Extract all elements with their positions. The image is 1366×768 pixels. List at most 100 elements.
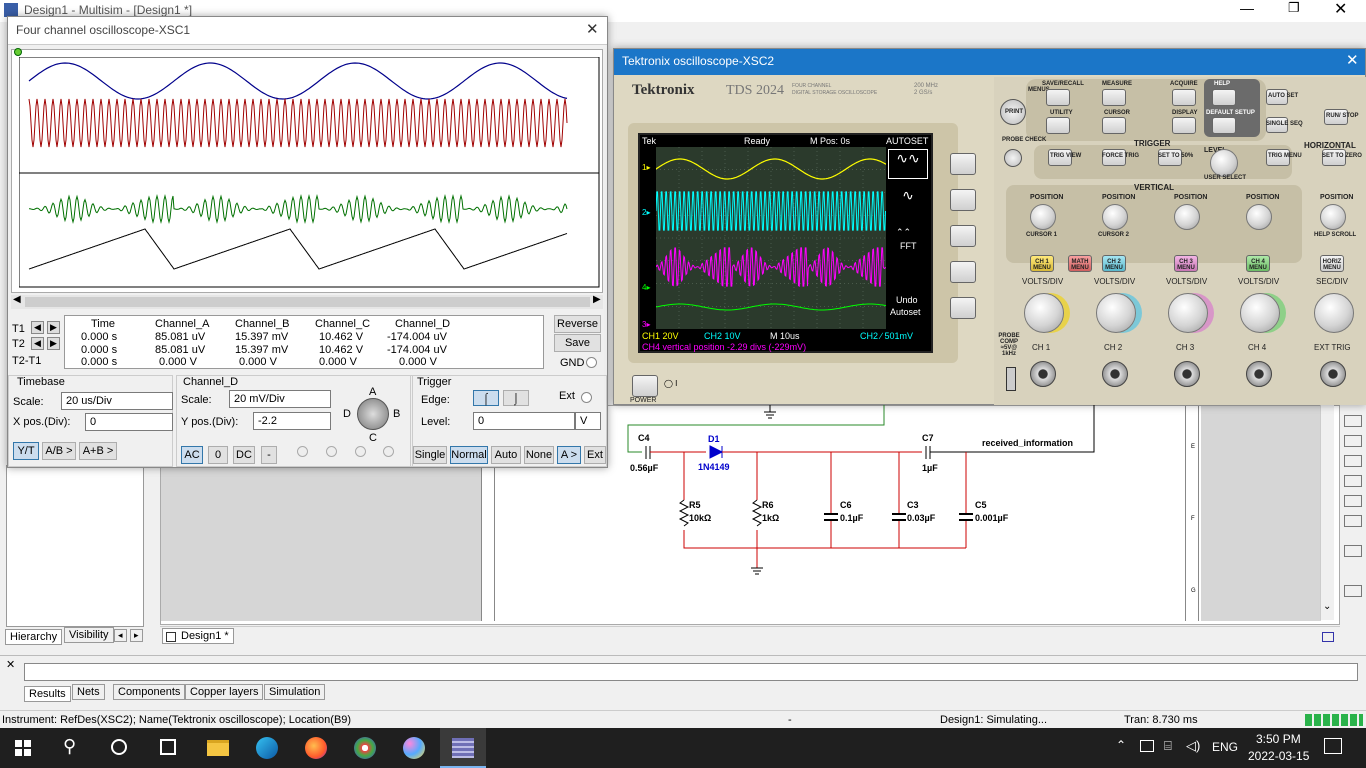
cursor-button[interactable] — [1102, 117, 1126, 134]
ch2-volts-div-knob[interactable] — [1096, 293, 1136, 333]
trigger-ext-radio[interactable] — [581, 392, 592, 403]
results-area[interactable] — [24, 663, 1358, 681]
tab-nets[interactable]: Nets — [72, 684, 105, 700]
ab-mode-button[interactable]: A/B > — [42, 442, 76, 460]
fcs-hscroll[interactable]: ◀ ▶ — [11, 294, 603, 309]
timebase-scale-field[interactable]: 20 us/Div — [61, 392, 173, 410]
trigger-level-knob[interactable] — [1210, 149, 1238, 177]
channel-scale-field[interactable]: 20 mV/Div — [229, 390, 331, 408]
channel-radio-2[interactable] — [326, 446, 337, 457]
ch1-volts-div-knob[interactable] — [1024, 293, 1064, 333]
ch1-position-knob[interactable] — [1030, 204, 1056, 230]
spreadsheet-icon[interactable] — [1322, 632, 1334, 642]
ch1-bnc-input[interactable] — [1030, 361, 1056, 387]
horizontal-position-knob[interactable] — [1320, 204, 1346, 230]
edge-icon[interactable] — [256, 737, 278, 759]
t1-right-arrow-icon[interactable]: ▶ — [47, 321, 60, 334]
gnd-terminal-icon[interactable] — [586, 357, 597, 368]
auto-trigger-button[interactable]: Auto — [491, 446, 521, 464]
t1-left-arrow-icon[interactable]: ◀ — [31, 321, 44, 334]
cursor-marker-icon[interactable] — [14, 48, 22, 56]
reverse-button[interactable]: Reverse — [554, 315, 601, 333]
tek-option-key-5[interactable] — [950, 297, 976, 319]
fcs-display[interactable] — [11, 48, 603, 293]
ext-trig-bnc-input[interactable] — [1320, 361, 1346, 387]
channel-selector-knob[interactable] — [357, 398, 389, 430]
trigger-unit-select[interactable]: V — [575, 412, 601, 430]
scroll-left-icon[interactable]: ◀ — [13, 294, 21, 305]
ext-trigger-button[interactable]: Ext — [584, 446, 606, 464]
single-trigger-button[interactable]: Single — [413, 446, 447, 464]
tab-results[interactable]: Results — [24, 686, 71, 702]
ch3-position-knob[interactable] — [1174, 204, 1200, 230]
channel-radio-4[interactable] — [383, 446, 394, 457]
utility-button[interactable] — [1046, 117, 1070, 134]
minus-button[interactable]: - — [261, 446, 277, 464]
sec-div-knob[interactable] — [1314, 293, 1354, 333]
tab-components[interactable]: Components — [113, 684, 186, 700]
t2-right-arrow-icon[interactable]: ▶ — [47, 337, 60, 350]
paint-icon[interactable] — [354, 737, 376, 759]
palette-app-icon[interactable] — [403, 737, 425, 759]
windows-start-icon[interactable] — [15, 740, 31, 756]
firefox-icon[interactable] — [305, 737, 327, 759]
tek-option-key-3[interactable] — [950, 225, 976, 247]
probe-comp-terminal[interactable] — [1006, 367, 1016, 391]
volume-icon[interactable]: ◁) — [1186, 738, 1200, 754]
task-view-icon[interactable] — [160, 739, 176, 755]
tek-option-key-1[interactable] — [950, 153, 976, 175]
tek-option-key-4[interactable] — [950, 261, 976, 283]
tab-copper-layers[interactable]: Copper layers — [185, 684, 264, 700]
ch3-volts-div-knob[interactable] — [1168, 293, 1208, 333]
ch4-bnc-input[interactable] — [1246, 361, 1272, 387]
timebase-xpos-field[interactable]: 0 — [85, 413, 173, 431]
fcs-close-icon[interactable]: ✕ — [586, 20, 599, 38]
network-icon[interactable]: ⌸ — [1164, 738, 1172, 754]
ac-coupling-button[interactable]: AC — [181, 446, 203, 464]
help-button[interactable] — [1212, 89, 1236, 106]
measure-button[interactable] — [1102, 89, 1126, 106]
scroll-right-icon[interactable]: ▶ — [593, 294, 601, 305]
default-setup-button[interactable] — [1212, 117, 1236, 134]
a-plus-b-mode-button[interactable]: A+B > — [79, 442, 117, 460]
ch2-bnc-input[interactable] — [1102, 361, 1128, 387]
tab-design1[interactable]: Design1 * — [162, 628, 234, 644]
tek-power-button[interactable] — [632, 375, 658, 397]
tray-device-icon[interactable] — [1140, 740, 1154, 752]
trigger-level-field[interactable]: 0 — [473, 412, 575, 430]
channel-ypos-field[interactable]: -2.2 — [253, 412, 331, 430]
ch4-position-knob[interactable] — [1246, 204, 1272, 230]
clock-time[interactable]: 3:50 PM — [1256, 732, 1301, 746]
clock-date[interactable]: 2022-03-15 — [1248, 749, 1309, 763]
falling-edge-button[interactable]: ⌡ — [503, 390, 529, 406]
search-icon[interactable]: ⚲ — [63, 736, 76, 757]
display-button[interactable] — [1172, 117, 1196, 134]
scroll-thumb[interactable] — [25, 297, 590, 307]
probe-check-button[interactable] — [1004, 149, 1022, 167]
tek-close-icon[interactable]: ✕ — [1346, 51, 1359, 69]
channel-radio-1[interactable] — [297, 446, 308, 457]
ch3-bnc-input[interactable] — [1174, 361, 1200, 387]
normal-trigger-button[interactable]: Normal — [450, 446, 488, 464]
close-panel-icon[interactable]: ✕ — [6, 658, 15, 671]
rising-edge-button[interactable]: ⌠ — [473, 390, 499, 406]
file-explorer-icon[interactable] — [207, 740, 229, 756]
zero-coupling-button[interactable]: 0 — [208, 446, 228, 464]
none-trigger-button[interactable]: None — [524, 446, 554, 464]
language-indicator[interactable]: ENG — [1212, 740, 1238, 754]
ch2-position-knob[interactable] — [1102, 204, 1128, 230]
save-recall-button[interactable] — [1046, 89, 1070, 106]
tek-option-key-2[interactable] — [950, 189, 976, 211]
yt-mode-button[interactable]: Y/T — [13, 442, 39, 460]
channel-radio-3[interactable] — [355, 446, 366, 457]
notification-icon[interactable] — [1324, 738, 1342, 754]
a-trigger-button[interactable]: A > — [557, 446, 581, 464]
save-button[interactable]: Save — [554, 334, 601, 352]
tray-chevron-icon[interactable]: ⌃ — [1116, 738, 1126, 752]
tab-simulation[interactable]: Simulation — [264, 684, 326, 700]
dc-coupling-button[interactable]: DC — [233, 446, 255, 464]
cortana-icon[interactable] — [111, 739, 127, 755]
acquire-button[interactable] — [1172, 89, 1196, 106]
t2-left-arrow-icon[interactable]: ◀ — [31, 337, 44, 350]
ch4-volts-div-knob[interactable] — [1240, 293, 1280, 333]
